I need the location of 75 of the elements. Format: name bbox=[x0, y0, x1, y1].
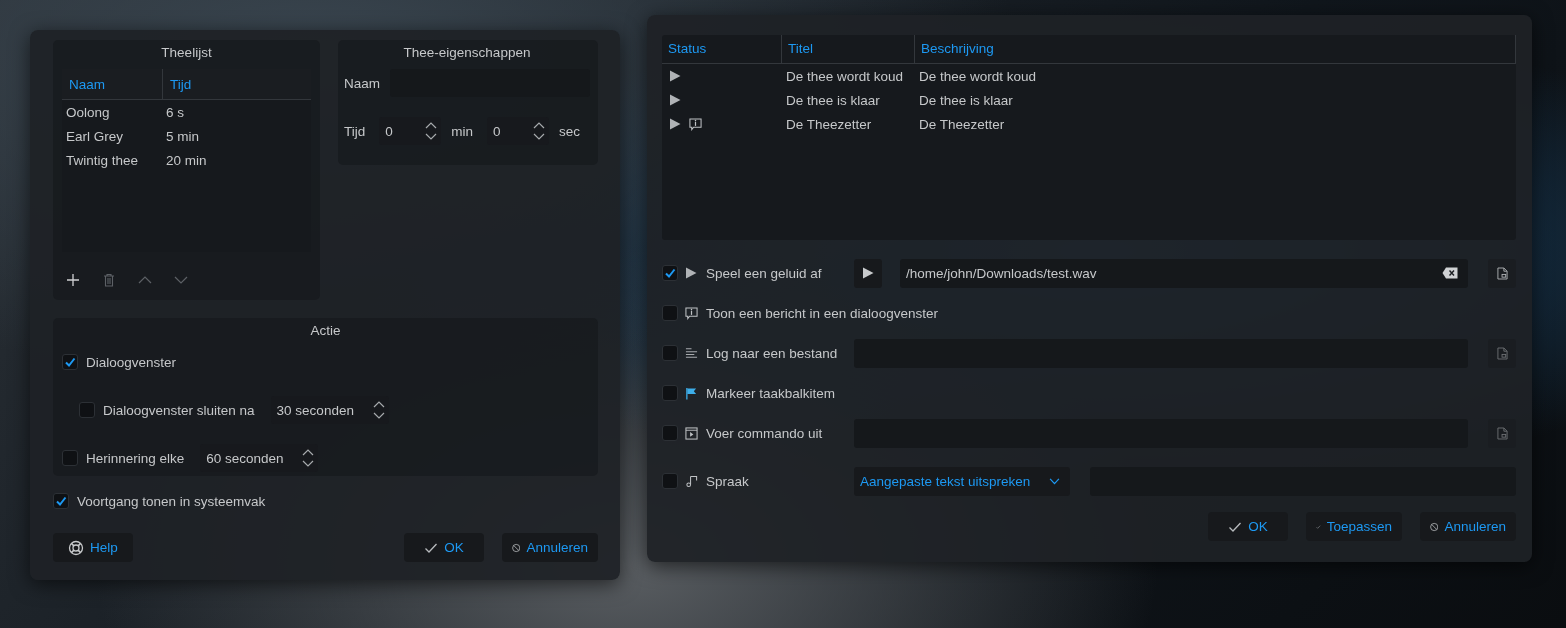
document-icon bbox=[1496, 426, 1508, 440]
table-cell-text: 5 min bbox=[165, 128, 200, 144]
field-label: Naam bbox=[344, 75, 380, 91]
seconds-spin-box[interactable]: 0 bbox=[487, 117, 550, 145]
add-icon[interactable] bbox=[66, 273, 80, 287]
checkbox-label[interactable]: Toon een bericht in een dialoogvenster bbox=[706, 305, 938, 321]
up-down-arrows-icon[interactable] bbox=[372, 400, 385, 420]
checkbox[interactable] bbox=[662, 425, 678, 441]
ok-button[interactable]: OK bbox=[1208, 512, 1288, 541]
checkbox[interactable] bbox=[662, 385, 678, 401]
open-file-button[interactable] bbox=[1488, 338, 1516, 368]
play-icon bbox=[862, 267, 874, 279]
checkbox-label[interactable]: Dialoogvenster bbox=[86, 354, 177, 370]
clear-icon[interactable] bbox=[1442, 267, 1458, 279]
run-window-icon bbox=[685, 426, 698, 440]
checkbox[interactable] bbox=[662, 345, 678, 361]
up-down-arrows-icon[interactable] bbox=[425, 121, 438, 141]
group-title: Theelijst bbox=[160, 44, 213, 62]
up-down-arrows-icon[interactable] bbox=[533, 121, 546, 141]
table-cell-text: De Theezetter bbox=[785, 116, 873, 132]
checkbox-label[interactable]: Voer commando uit bbox=[706, 425, 847, 441]
checkbox[interactable] bbox=[662, 473, 678, 489]
table-cell-text: De Theezetter bbox=[918, 116, 1006, 132]
cancel-button[interactable]: Annuleren bbox=[502, 533, 598, 562]
lifebuoy-icon bbox=[68, 539, 85, 556]
flag-icon bbox=[685, 386, 698, 400]
table-cell-text: 20 min bbox=[165, 152, 208, 168]
checkbox[interactable] bbox=[53, 493, 69, 509]
checkbox-label[interactable]: Dialoogvenster sluiten na bbox=[103, 402, 255, 418]
checkbox[interactable] bbox=[662, 265, 678, 281]
file-path-field[interactable]: /home/john/Downloads/test.wav bbox=[900, 258, 1468, 288]
document-icon bbox=[1496, 266, 1508, 280]
unit-label: min bbox=[451, 123, 474, 139]
table-cell-text: De thee wordt koud bbox=[785, 68, 905, 84]
column-header[interactable]: Naam bbox=[62, 69, 162, 99]
group-title: Actie bbox=[309, 322, 342, 340]
checkbox[interactable] bbox=[62, 354, 78, 370]
table-cell-text: De thee is klaar bbox=[918, 92, 1014, 108]
help-button[interactable]: Help bbox=[53, 533, 133, 562]
up-down-arrows-icon[interactable] bbox=[302, 448, 315, 468]
checkbox[interactable] bbox=[662, 305, 678, 321]
column-header[interactable]: Titel bbox=[782, 35, 915, 63]
table-cell-text: 6 s bbox=[165, 104, 185, 120]
chevron-down-icon bbox=[1049, 477, 1060, 485]
checkbox-label[interactable]: Spraak bbox=[706, 473, 847, 489]
speech-mode-dropdown[interactable]: Aangepaste tekst uitspreken bbox=[854, 466, 1070, 496]
message-info-icon bbox=[685, 306, 698, 320]
column-header[interactable]: Beschrijving bbox=[915, 35, 1516, 63]
checkbox-label[interactable]: Log naar een bestand bbox=[706, 345, 847, 361]
group-title: Thee-eigenschappen bbox=[402, 44, 532, 62]
checkbox-label[interactable]: Speel een geluid af bbox=[706, 265, 847, 281]
unit-label: sec bbox=[559, 123, 581, 139]
table-cell-text: De thee wordt koud bbox=[918, 68, 1038, 84]
play-button[interactable] bbox=[854, 258, 882, 288]
field-label: Tijd bbox=[344, 123, 366, 139]
text-lines-icon bbox=[685, 346, 698, 360]
table-cell-text: Oolong bbox=[65, 104, 111, 120]
checkbox-label[interactable]: Herinnering elke bbox=[86, 450, 185, 466]
checkbox-label[interactable]: Markeer taakbalkitem bbox=[706, 385, 847, 401]
minutes-spin-box[interactable]: 0 bbox=[379, 117, 442, 145]
table-cell-text: Twintig thee bbox=[65, 152, 140, 168]
speech-icon bbox=[685, 474, 698, 488]
column-header[interactable]: Status bbox=[662, 35, 782, 63]
document-icon bbox=[1496, 346, 1508, 360]
play-icon bbox=[685, 267, 697, 279]
table-cell-text: De thee is klaar bbox=[785, 92, 881, 108]
ok-button[interactable]: OK bbox=[404, 533, 484, 562]
open-file-button[interactable] bbox=[1488, 258, 1516, 288]
checkbox[interactable] bbox=[79, 402, 95, 418]
checkbox[interactable] bbox=[62, 450, 78, 466]
cancel-button[interactable]: Annuleren bbox=[1420, 512, 1516, 541]
table-cell-text: Earl Grey bbox=[65, 128, 124, 144]
apply-button[interactable]: Toepassen bbox=[1306, 512, 1402, 541]
checkbox-label[interactable]: Voortgang tonen in systeemvak bbox=[77, 493, 266, 509]
column-header[interactable]: Tijd bbox=[162, 69, 311, 99]
